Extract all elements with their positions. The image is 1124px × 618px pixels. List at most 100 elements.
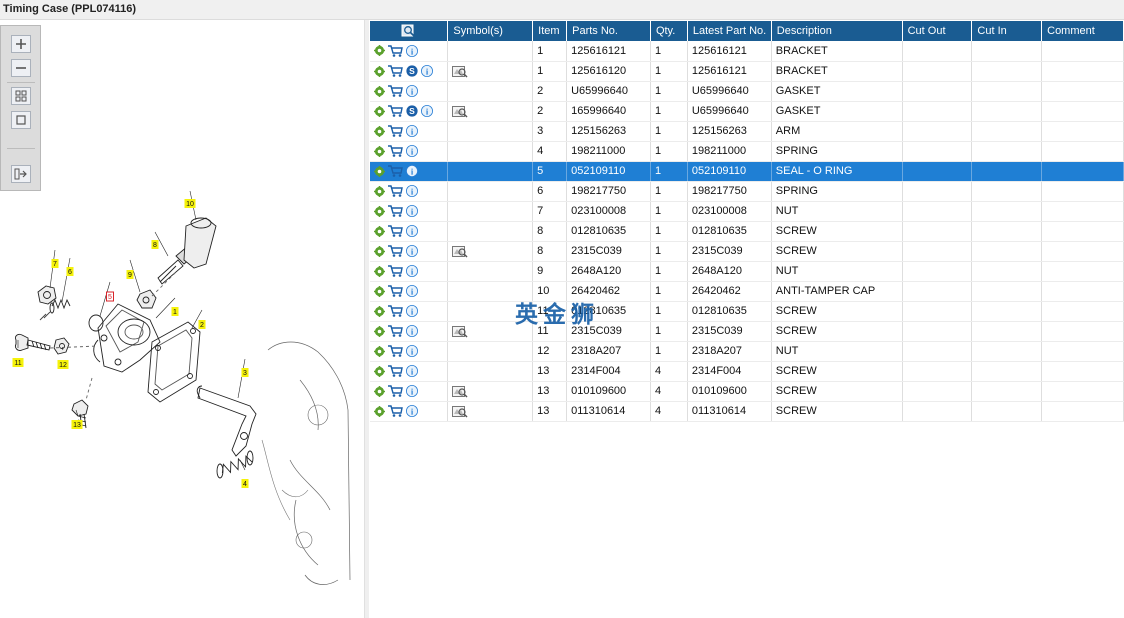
column-header-parts-no[interactable]: Parts No. xyxy=(566,21,651,41)
column-header-cut-in[interactable]: Cut In xyxy=(971,21,1043,41)
gear-icon[interactable] xyxy=(374,405,385,417)
cart-icon[interactable] xyxy=(388,85,403,97)
illustration-link-icon[interactable] xyxy=(452,105,468,118)
info-icon[interactable]: i xyxy=(406,245,418,258)
cart-icon[interactable] xyxy=(388,385,403,397)
gear-icon[interactable] xyxy=(374,65,385,77)
gear-icon[interactable] xyxy=(374,225,385,237)
cart-icon[interactable] xyxy=(388,365,403,377)
gear-icon[interactable] xyxy=(374,205,385,217)
cart-icon[interactable] xyxy=(388,325,403,337)
table-row[interactable]: i 13 2314F004 4 2314F004 SCREW xyxy=(370,361,1124,382)
column-header-qty[interactable]: Qty. xyxy=(650,21,688,41)
info-icon[interactable]: i xyxy=(406,44,418,57)
column-header-item[interactable]: Item xyxy=(532,21,568,41)
callout-10[interactable]: 10 xyxy=(184,199,196,208)
exploded-view-drawing[interactable]: 1234567891011 1213 xyxy=(0,20,364,618)
cart-icon[interactable] xyxy=(388,125,403,137)
illustration-link-icon[interactable] xyxy=(452,245,468,258)
table-row[interactable]: i 2 U65996640 1 U65996640 GASKET xyxy=(370,81,1124,102)
gear-icon[interactable] xyxy=(374,85,385,97)
info-icon[interactable]: i xyxy=(406,345,418,358)
supersession-icon[interactable]: S xyxy=(406,105,418,117)
gear-icon[interactable] xyxy=(374,125,385,137)
table-row[interactable]: i 6 198217750 1 198217750 SPRING xyxy=(370,181,1124,202)
info-icon[interactable]: i xyxy=(406,305,418,318)
info-icon[interactable]: i xyxy=(406,405,418,418)
table-row[interactable]: i 9 2648A120 1 2648A120 NUT xyxy=(370,261,1124,282)
table-row[interactable]: i 8 012810635 1 012810635 SCREW xyxy=(370,221,1124,242)
column-header-description[interactable]: Description xyxy=(771,21,903,41)
cart-icon[interactable] xyxy=(388,345,403,357)
table-row[interactable]: i 1 125616121 1 125616121 BRACKET xyxy=(370,41,1124,62)
column-header-symbols[interactable]: Symbol(s) xyxy=(447,21,534,41)
illustration-link-icon[interactable] xyxy=(452,385,468,398)
export-button[interactable] xyxy=(11,165,31,183)
info-icon[interactable]: i xyxy=(406,365,418,378)
cart-icon[interactable] xyxy=(388,185,403,197)
gear-icon[interactable] xyxy=(374,265,385,277)
cart-icon[interactable] xyxy=(388,45,403,57)
fit-all-button[interactable] xyxy=(11,87,31,105)
callout-1[interactable]: 1 xyxy=(171,307,179,316)
table-row[interactable]: Si 1 125616120 1 125616121 BRACKET xyxy=(370,61,1124,82)
table-row[interactable]: i 13 011310614 4 011310614 SCREW xyxy=(370,401,1124,422)
column-header-comment[interactable]: Comment xyxy=(1041,21,1124,41)
zoom-out-button[interactable] xyxy=(11,59,31,77)
cart-icon[interactable] xyxy=(388,405,403,417)
table-row[interactable]: i 11 2315C039 1 2315C039 SCREW xyxy=(370,321,1124,342)
table-row[interactable]: Si 2 165996640 1 U65996640 GASKET xyxy=(370,101,1124,122)
cart-icon[interactable] xyxy=(388,265,403,277)
cart-icon[interactable] xyxy=(388,245,403,257)
illustration-pane[interactable]: 1 2 3 4 5 6 7 8 9 10 11 12 13 xyxy=(0,20,364,618)
cart-icon[interactable] xyxy=(388,145,403,157)
info-icon[interactable]: i xyxy=(406,385,418,398)
column-header-cut-out[interactable]: Cut Out xyxy=(902,21,973,41)
column-header-actions[interactable] xyxy=(370,21,449,41)
gear-icon[interactable] xyxy=(374,165,385,177)
info-icon[interactable]: i xyxy=(406,285,418,298)
search-parts-icon[interactable] xyxy=(401,24,417,38)
callout-5[interactable]: 5 xyxy=(106,291,114,302)
gear-icon[interactable] xyxy=(374,145,385,157)
zoom-in-button[interactable] xyxy=(11,35,31,53)
info-icon[interactable]: i xyxy=(406,85,418,98)
gear-icon[interactable] xyxy=(374,105,385,117)
table-row[interactable]: i 5 052109110 1 052109110 SEAL - O RING xyxy=(370,161,1124,182)
info-icon[interactable]: i xyxy=(421,105,433,118)
gear-icon[interactable] xyxy=(374,345,385,357)
cart-icon[interactable] xyxy=(388,165,403,177)
table-row[interactable]: i 3 125156263 1 125156263 ARM xyxy=(370,121,1124,142)
info-icon[interactable]: i xyxy=(406,145,418,158)
illustration-link-icon[interactable] xyxy=(452,325,468,338)
supersession-icon[interactable]: S xyxy=(406,65,418,77)
cart-icon[interactable] xyxy=(388,105,403,117)
cart-icon[interactable] xyxy=(388,285,403,297)
gear-icon[interactable] xyxy=(374,285,385,297)
table-row[interactable]: i 10 26420462 1 26420462 ANTI-TAMPER CAP xyxy=(370,281,1124,302)
fit-page-button[interactable] xyxy=(11,111,31,129)
callout-9[interactable]: 9 xyxy=(126,270,134,279)
info-icon[interactable]: i xyxy=(406,225,418,238)
callout-2[interactable]: 2 xyxy=(198,320,206,329)
info-icon[interactable]: i xyxy=(406,125,418,138)
callout-12[interactable]: 12 xyxy=(57,360,69,369)
callout-7[interactable]: 7 xyxy=(51,259,59,268)
cart-icon[interactable] xyxy=(388,65,403,77)
cart-icon[interactable] xyxy=(388,305,403,317)
info-icon[interactable]: i xyxy=(406,205,418,218)
gear-icon[interactable] xyxy=(374,385,385,397)
callout-8[interactable]: 8 xyxy=(151,240,159,249)
gear-icon[interactable] xyxy=(374,305,385,317)
gear-icon[interactable] xyxy=(374,245,385,257)
callout-3[interactable]: 3 xyxy=(241,368,249,377)
table-row[interactable]: i 11 012810635 1 012810635 SCREW xyxy=(370,301,1124,322)
table-row[interactable]: i 7 023100008 1 023100008 NUT xyxy=(370,201,1124,222)
table-row[interactable]: i 4 198211000 1 198211000 SPRING xyxy=(370,141,1124,162)
table-row[interactable]: i 12 2318A207 1 2318A207 NUT xyxy=(370,341,1124,362)
info-icon[interactable]: i xyxy=(406,165,418,178)
callout-6[interactable]: 6 xyxy=(66,267,74,276)
callout-4[interactable]: 4 xyxy=(241,479,249,488)
illustration-link-icon[interactable] xyxy=(452,405,468,418)
gear-icon[interactable] xyxy=(374,45,385,57)
